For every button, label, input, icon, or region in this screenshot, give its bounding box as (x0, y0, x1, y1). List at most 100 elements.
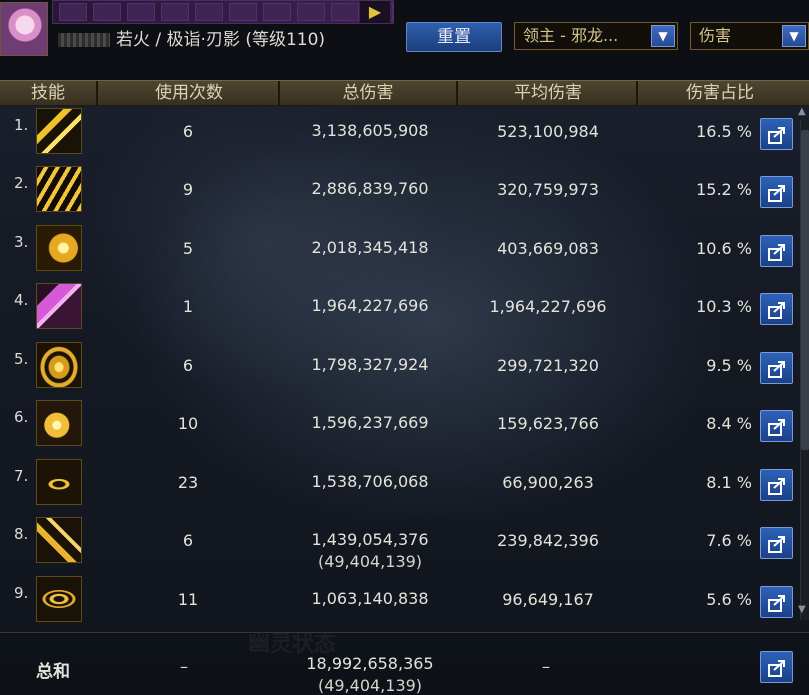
class-level: 极诣·刃影 (等级110) (166, 30, 326, 50)
total-label: 总和 (36, 662, 70, 682)
buff-slot (263, 3, 291, 21)
row-total: 2,018,345,418 (282, 237, 458, 259)
row-uses: 6 (182, 531, 194, 550)
redacted-name (58, 33, 110, 47)
row-total-sub: (49,404,139) (317, 552, 423, 571)
yellow-slash-skill-icon[interactable] (36, 108, 82, 154)
table-row: 6. 10 1,596,237,669 159,623,766 8.4 % (0, 396, 800, 454)
col-avg[interactable]: 平均伤害 (460, 81, 638, 105)
reset-button[interactable]: 重置 (406, 22, 502, 52)
purple-pink-skill-icon[interactable] (36, 283, 82, 329)
scrollbar-thumb[interactable] (801, 130, 809, 450)
yellow-flare-skill-icon[interactable] (36, 400, 82, 446)
row-total: 3,138,605,908 (282, 120, 458, 142)
row-avg: 159,623,766 (497, 414, 599, 433)
separator: / (155, 30, 162, 50)
row-pct: 10.6 % (696, 239, 752, 258)
share-button[interactable] (760, 118, 793, 150)
share-button[interactable] (760, 469, 793, 501)
row-rank: 1. (14, 116, 29, 134)
total-avg: – (542, 657, 550, 676)
buff-slot (297, 3, 325, 21)
strip-arrow-icon[interactable]: ▶ (360, 1, 390, 23)
row-avg: 96,649,167 (502, 590, 594, 609)
row-pct: 7.6 % (706, 531, 752, 550)
row-rank: 9. (14, 584, 29, 602)
row-total-value: 3,138,605,908 (311, 121, 429, 140)
row-total-value: 1,439,054,376 (311, 530, 429, 549)
row-uses: 10 (177, 414, 199, 433)
share-icon (768, 595, 785, 612)
buff-slot (229, 3, 257, 21)
chevron-down-icon[interactable]: ▼ (651, 25, 675, 47)
col-pct[interactable]: 伤害占比 (640, 81, 800, 105)
buff-slot (93, 3, 121, 21)
row-pct: 9.5 % (706, 356, 752, 375)
share-button[interactable] (760, 293, 793, 325)
share-button[interactable] (760, 527, 793, 559)
buff-strip (52, 0, 394, 24)
row-pct: 8.4 % (706, 414, 752, 433)
share-icon (768, 536, 785, 553)
share-icon (768, 660, 785, 677)
share-button[interactable] (760, 235, 793, 267)
row-avg: 239,842,396 (497, 531, 599, 550)
row-rank: 6. (14, 408, 29, 426)
metric-select[interactable]: 伤害 ▼ (690, 22, 809, 50)
share-icon (768, 185, 785, 202)
yellow-stripes-skill-icon[interactable] (36, 166, 82, 212)
total-damage-sub: (49,404,139) (317, 676, 423, 695)
row-pct: 8.1 % (706, 473, 752, 492)
metric-select-value: 伤害 (699, 26, 732, 45)
share-button[interactable] (760, 410, 793, 442)
total-damage-value: 18,992,658,365 (306, 654, 434, 673)
table-row: 1. 6 3,138,605,908 523,100,984 16.5 % (0, 104, 800, 162)
chevron-down-icon[interactable]: ▼ (782, 25, 806, 47)
share-button[interactable] (760, 651, 793, 683)
col-total[interactable]: 总伤害 (280, 81, 458, 105)
share-button[interactable] (760, 586, 793, 618)
yellow-swirl-skill-icon[interactable] (36, 342, 82, 388)
row-uses: 5 (182, 239, 194, 258)
row-pct: 5.6 % (706, 590, 752, 609)
table-row: 3. 5 2,018,345,418 403,669,083 10.6 % (0, 221, 800, 279)
row-total: 1,798,327,924 (282, 354, 458, 376)
table-header: 技能 使用次数 总伤害 平均伤害 伤害占比 (0, 80, 809, 106)
scrollbar[interactable] (800, 120, 809, 620)
buff-slot (127, 3, 155, 21)
share-icon (768, 244, 785, 261)
share-button[interactable] (760, 176, 793, 208)
row-rank: 5. (14, 350, 29, 368)
total-damage: 18,992,658,365 (49,404,139) (282, 653, 458, 695)
row-avg: 320,759,973 (497, 180, 599, 199)
row-avg: 299,721,320 (497, 356, 599, 375)
row-total: 2,886,839,760 (282, 178, 458, 200)
row-uses: 6 (182, 356, 194, 375)
row-avg: 1,964,227,696 (489, 297, 607, 316)
share-button[interactable] (760, 352, 793, 384)
player-info: 若火 / 极诣·刃影 (等级110) (58, 25, 326, 50)
boss-select-value: 领主 - 邪龙... (523, 26, 619, 45)
row-total-value: 1,798,327,924 (311, 355, 429, 374)
total-row: 总和 – 18,992,658,365 (49,404,139) – (0, 632, 809, 695)
yellow-wave-skill-icon[interactable] (36, 576, 82, 622)
row-total-value: 1,063,140,838 (311, 589, 429, 608)
yellow-burst-skill-icon[interactable] (36, 225, 82, 271)
row-total: 1,063,140,838 (282, 588, 458, 610)
boss-select[interactable]: 领主 - 邪龙... ▼ (514, 22, 678, 50)
share-icon (768, 419, 785, 436)
row-total-value: 1,538,706,068 (311, 472, 429, 491)
row-avg: 403,669,083 (497, 239, 599, 258)
buff-slot (195, 3, 223, 21)
col-skill[interactable]: 技能 (0, 81, 98, 105)
share-icon (768, 302, 785, 319)
yellow-arc-skill-icon[interactable] (36, 517, 82, 563)
row-total: 1,538,706,068 (282, 471, 458, 493)
yellow-ring-skill-icon[interactable] (36, 459, 82, 505)
row-total: 1,439,054,376 (49,404,139) (282, 529, 458, 573)
row-uses: 23 (177, 473, 199, 492)
table-row: 7. 23 1,538,706,068 66,900,263 8.1 % (0, 455, 800, 513)
share-icon (768, 127, 785, 144)
player-name: 若火 (116, 30, 150, 50)
col-uses[interactable]: 使用次数 (100, 81, 280, 105)
